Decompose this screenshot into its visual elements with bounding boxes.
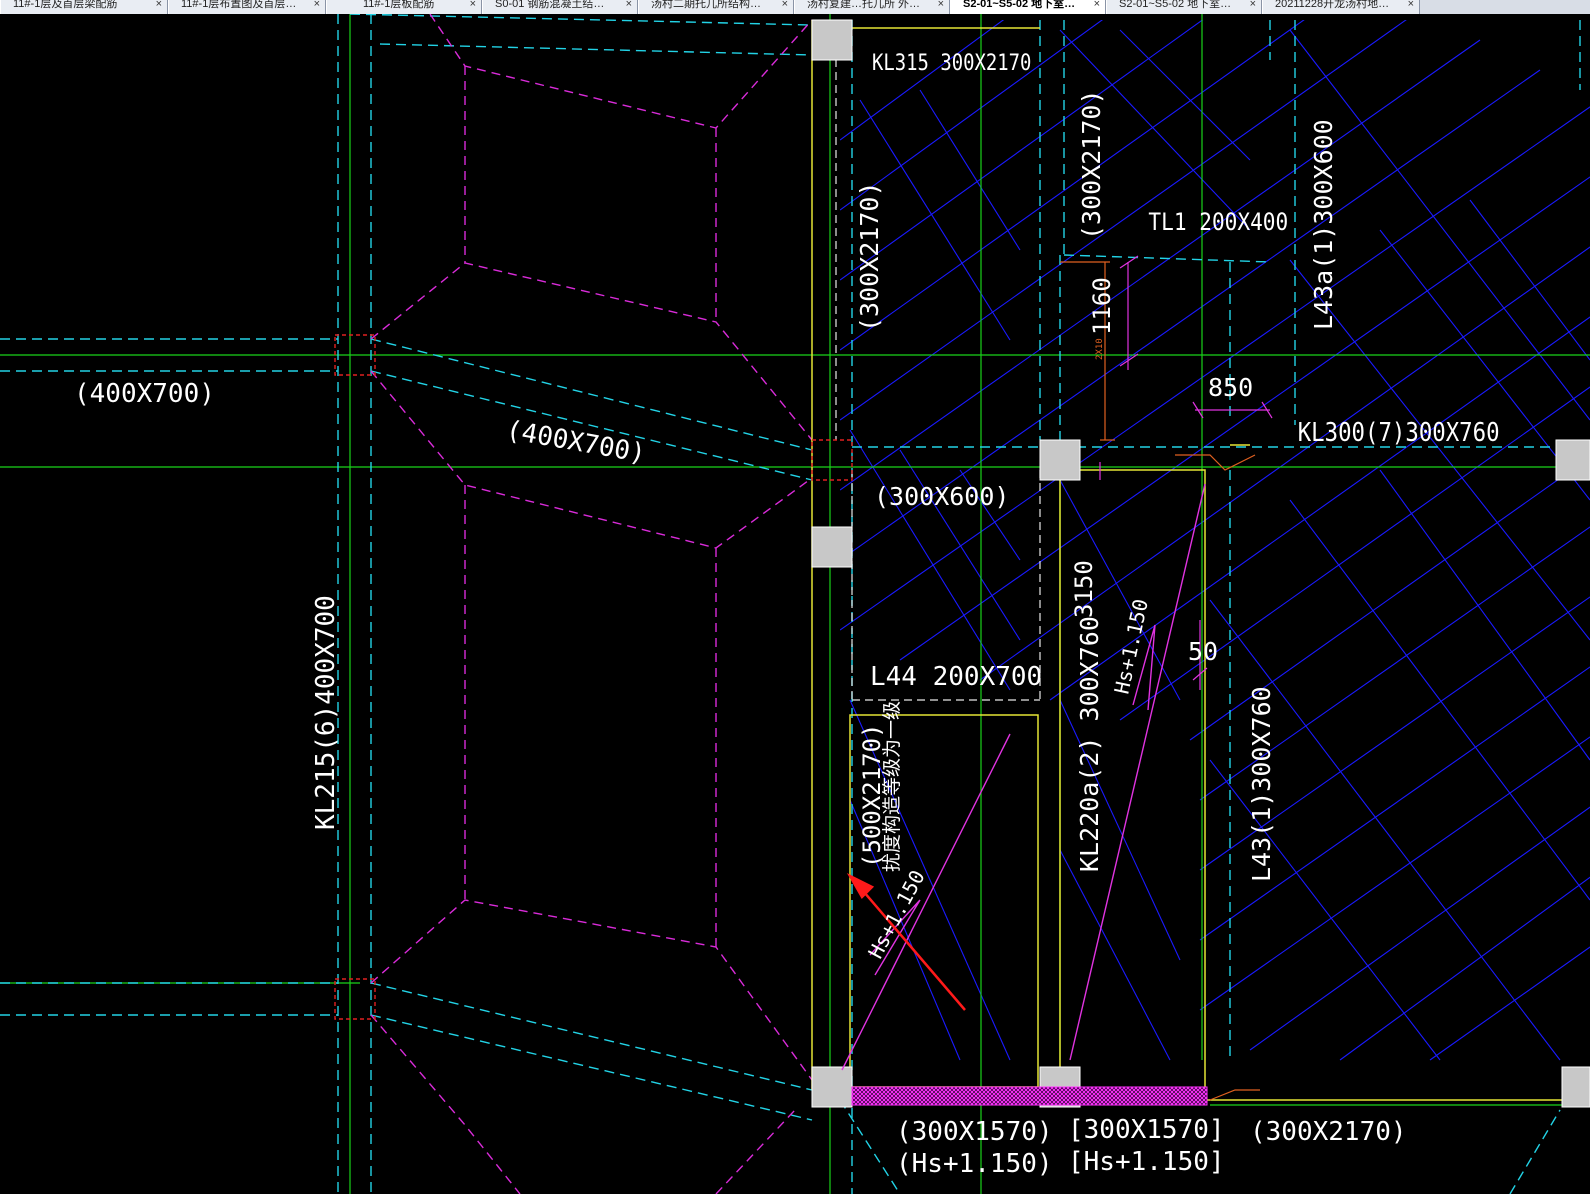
tab-label: 20211228开龙汤村地… — [1275, 0, 1390, 10]
beam-edges — [0, 14, 1590, 1194]
document-tab[interactable]: 汤村复建…托儿所 外… × — [794, 0, 950, 14]
slab-outlines — [370, 14, 813, 1194]
document-tab-bar: 11#-1层及首层梁配筋 × 11#-1层布置图及首层… × 11#-1层板配筋… — [0, 0, 1590, 14]
slab-boundaries — [835, 20, 1041, 701]
beam-label-300x600: (300X600) — [874, 482, 1009, 511]
tab-label: 11#-1层布置图及首层… — [181, 0, 297, 10]
columns — [811, 19, 1590, 1108]
beam-label-kl215: KL215(6)400X700 — [311, 595, 341, 830]
close-icon[interactable]: × — [626, 0, 632, 10]
document-tab-active[interactable]: S2-01~S5-02 地下室… × — [950, 0, 1106, 14]
dimension-annotation: 2X10 — [1095, 338, 1105, 360]
close-icon[interactable]: × — [470, 0, 476, 10]
tab-label: 汤村复建…托儿所 外… — [807, 0, 921, 10]
close-icon[interactable]: × — [782, 0, 788, 10]
beam-label-300x2170: (300X2170) — [855, 181, 884, 332]
beam-label-l43a: L43a(1)300X600 — [1309, 119, 1338, 330]
elevation-label: (Hs+1.150) — [896, 1149, 1053, 1179]
beam-label-l44: L44 200X700 — [870, 662, 1042, 692]
document-tab[interactable]: S2-01~S5-02 地下室… × — [1106, 0, 1262, 14]
slab-hatch — [840, 20, 1590, 1061]
beam-label-tl1: TL1 200X400 — [1148, 209, 1288, 237]
document-tab[interactable]: 20211228开龙汤村地… × — [1262, 0, 1420, 14]
beam-label-300x1570: [300X1570] — [1068, 1115, 1225, 1145]
close-icon[interactable]: × — [1094, 0, 1100, 10]
beam-outlines — [811, 20, 1590, 1101]
beam-label-300x2170: (300X2170) — [1250, 1117, 1407, 1147]
close-icon[interactable]: × — [156, 0, 162, 10]
document-tab[interactable]: 11#-1层板配筋 × — [326, 0, 482, 14]
tab-label: 11#-1层及首层梁配筋 — [13, 0, 118, 10]
document-tab[interactable]: 11#-1层及首层梁配筋 × — [0, 0, 168, 14]
beam-label-300x1570: (300X1570) — [896, 1117, 1053, 1147]
document-tab[interactable]: S0-01 钢筋混凝土结… × — [482, 0, 638, 14]
tab-label: S0-01 钢筋混凝土结… — [495, 0, 605, 10]
close-icon[interactable]: × — [314, 0, 320, 10]
elevation-label: [Hs+1.150] — [1068, 1147, 1225, 1177]
cad-drawing-canvas[interactable]: KL315 300X2170 (300X2170) (300X2170) TL1… — [0, 14, 1590, 1194]
dimension-850: 850 — [1208, 373, 1253, 402]
beam-label-kl300: KL300(7)300X760 — [1298, 416, 1500, 447]
elevation-label: Hs+1.150 — [1109, 597, 1153, 696]
stair-landing-hatch — [851, 1086, 1208, 1106]
document-tab[interactable]: 汤村二期托儿所结构… × — [638, 0, 794, 14]
dimension-1160: 1160 — [1088, 277, 1116, 335]
structural-note: 扰度构造等级为一级 — [881, 701, 903, 872]
axis-grid — [0, 14, 1590, 1194]
beam-label-kl315: KL315 300X2170 — [872, 50, 1031, 76]
tab-label: S2-01~S5-02 地下室… — [963, 0, 1076, 10]
beam-label-l43: L43(1)300X760 — [1247, 686, 1276, 882]
close-icon[interactable]: × — [1408, 0, 1414, 10]
document-tab[interactable]: 11#-1层布置图及首层… × — [168, 0, 326, 14]
dimension-3150: 3150 — [1070, 560, 1098, 618]
tab-label: S2-01~S5-02 地下室… — [1119, 0, 1232, 10]
tab-label: 汤村二期托儿所结构… — [651, 0, 761, 10]
tab-label: 11#-1层板配筋 — [363, 0, 435, 10]
beam-label-300x2170: (300X2170) — [1077, 89, 1106, 240]
dimension-50: 50 — [1188, 637, 1218, 666]
close-icon[interactable]: × — [938, 0, 944, 10]
beam-label-400x700: (400X700) — [504, 415, 648, 469]
close-icon[interactable]: × — [1250, 0, 1256, 10]
beam-label-kl220a: KL220a(2) 300X760 — [1075, 616, 1104, 872]
beam-label-400x700: (400X700) — [74, 379, 215, 409]
